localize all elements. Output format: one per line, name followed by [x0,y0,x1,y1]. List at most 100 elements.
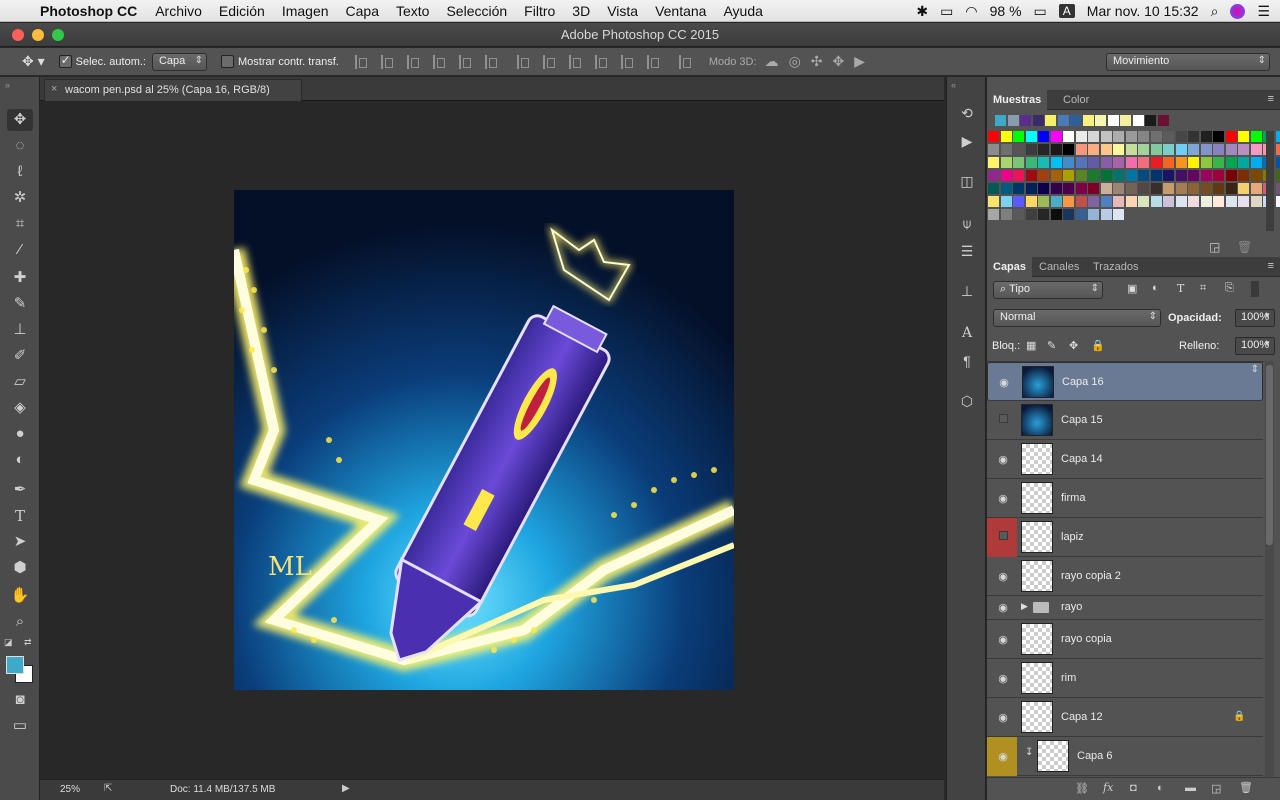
color-swatch[interactable] [1013,157,1024,168]
color-swatch[interactable] [1100,170,1112,181]
zoom-tool-icon[interactable]: ⌕ [7,611,33,633]
layer-visibility-eye-icon[interactable]: ◉ [995,453,1011,466]
color-swatch[interactable] [1275,183,1280,194]
color-swatch[interactable] [1200,157,1212,168]
color-swatch[interactable] [1238,157,1249,168]
filter-shape-icon[interactable]: ⌗ [1200,282,1206,295]
color-swatch[interactable] [1063,144,1074,155]
delete-layer-icon[interactable]: 🗑 [1239,781,1253,794]
character-panel-icon[interactable]: A [956,325,978,345]
marquee-tool-icon[interactable]: ◌ [7,135,33,157]
color-swatch[interactable] [1088,157,1099,168]
color-swatch[interactable] [1088,209,1099,220]
color-swatch[interactable] [1088,170,1099,181]
color-swatch[interactable] [1213,196,1224,207]
color-swatch[interactable] [1188,170,1199,181]
color-swatch[interactable] [1125,157,1137,168]
color-swatch[interactable] [1213,144,1224,155]
color-swatch[interactable] [1175,196,1187,207]
zoom-level[interactable]: 25% [60,784,80,795]
status-menu-arrow-icon[interactable]: ▶ [342,783,350,794]
color-swatch[interactable] [1038,183,1049,194]
layer-visibility-eye-icon[interactable]: ◉ [995,672,1011,685]
artwork-canvas[interactable]: ML [234,190,734,690]
color-swatch[interactable] [1025,157,1037,168]
auto-select-checkbox[interactable] [58,53,72,68]
layer-row[interactable]: ◉ rayo copia 2 [987,557,1263,596]
color-swatch[interactable] [1250,196,1262,207]
menu-capa[interactable]: Capa [346,3,379,19]
filter-pixel-icon[interactable]: ▣ [1127,282,1137,295]
color-swatch[interactable] [1075,131,1087,142]
layer-filter-dropdown[interactable]: ⌕ Tipo [993,281,1103,299]
swap-colors-icon[interactable]: ⇄ [24,637,32,648]
tool-preset-picker[interactable]: ✥ ▾ [22,53,45,70]
color-swatch[interactable] [1113,209,1124,220]
app-menu[interactable]: Photoshop CC [40,3,137,19]
color-swatch[interactable] [1150,144,1162,155]
roll-3d-icon[interactable]: ◎ [789,53,801,70]
distribute-left-icon[interactable] [594,54,609,69]
layer-row[interactable]: ◉ Capa 16 [987,362,1263,401]
recent-swatch[interactable] [1032,115,1044,126]
color-swatch[interactable] [1050,196,1062,207]
drag-3d-icon[interactable]: ✣ [811,53,823,70]
input-source-indicator[interactable]: A [1058,4,1075,18]
layer-visibility-eye-icon[interactable]: ◉ [995,633,1011,646]
color-swatch[interactable] [1025,183,1037,194]
recent-swatch[interactable] [1082,115,1094,126]
color-swatch[interactable] [1163,144,1174,155]
actions-panel-icon[interactable]: ▶ [956,133,978,153]
recent-swatch[interactable] [1045,115,1056,126]
color-swatch[interactable] [1050,144,1062,155]
lock-pixels-icon[interactable]: ✎ [1047,339,1056,352]
color-swatch[interactable] [1213,170,1224,181]
recent-swatch[interactable] [1020,115,1031,126]
color-swatch[interactable] [1138,196,1149,207]
brushes-panel-icon[interactable]: ⍦ [956,215,978,235]
color-swatch[interactable] [1238,131,1249,142]
color-swatch[interactable] [1075,209,1087,220]
pen-tool-icon[interactable]: ✒ [7,479,33,501]
distribute-bottom-icon[interactable] [568,54,583,69]
delete-swatch-icon[interactable]: 🗑 [1237,240,1252,254]
lock-all-icon[interactable]: 🔒 [1091,339,1105,352]
color-swatch[interactable] [1075,157,1087,168]
color-swatch[interactable] [1200,170,1212,181]
color-swatch[interactable] [1000,170,1012,181]
slide-3d-icon[interactable]: ✥ [833,53,845,70]
3d-panel-icon[interactable]: ⬡ [956,393,978,413]
color-swatch[interactable] [1150,183,1162,194]
canvas-workspace[interactable]: ML [40,101,944,779]
color-swatch[interactable] [1100,183,1112,194]
quick-mask-icon[interactable]: ◙ [7,689,33,711]
color-swatch[interactable] [1013,131,1024,142]
color-swatch[interactable] [1025,131,1037,142]
link-layers-icon[interactable]: ⛓ [1075,782,1089,795]
color-swatch[interactable] [1275,157,1280,168]
color-swatch[interactable] [1163,131,1174,142]
color-swatch[interactable] [1063,183,1074,194]
color-swatch[interactable] [988,196,999,207]
color-swatch[interactable] [1175,183,1187,194]
recent-swatch[interactable] [1157,115,1169,126]
paint-bucket-tool-icon[interactable]: ◈ [7,397,33,419]
menu-texto[interactable]: Texto [396,3,429,19]
lasso-tool-icon[interactable]: ℓ [7,161,33,183]
airplay-icon[interactable]: ▭ [940,3,953,20]
color-swatch[interactable] [1213,157,1224,168]
color-swatch[interactable] [1100,196,1112,207]
filter-smart-object-icon[interactable]: ⎘ [1225,282,1234,295]
align-vertical-center-icon[interactable] [380,54,395,69]
color-swatch[interactable] [1200,196,1212,207]
new-adjustment-layer-icon[interactable]: ◐ [1157,782,1164,794]
color-swatch[interactable] [1150,131,1162,142]
auto-align-icon[interactable] [678,54,693,69]
color-swatch[interactable] [1175,157,1187,168]
color-swatch[interactable] [1225,144,1237,155]
menu-ayuda[interactable]: Ayuda [723,3,762,19]
color-swatch[interactable] [1175,131,1187,142]
recent-swatch[interactable] [1070,115,1081,126]
recent-swatch[interactable] [1007,115,1019,126]
opacity-dropdown-icon[interactable]: ▾ [1265,310,1270,321]
